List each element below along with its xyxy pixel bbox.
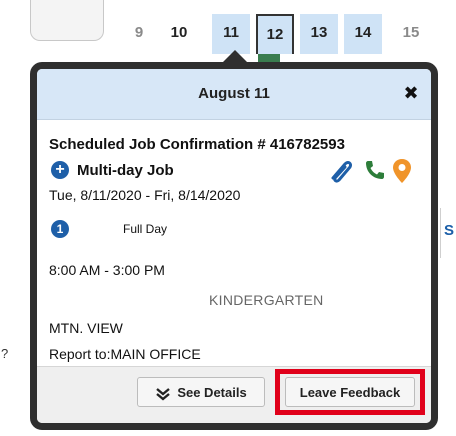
calendar-day-15[interactable]: 15 bbox=[392, 14, 430, 54]
job-action-icons bbox=[327, 158, 417, 184]
report-to: Report to:MAIN OFFICE bbox=[49, 346, 201, 362]
leave-feedback-button[interactable]: Leave Feedback bbox=[285, 377, 415, 407]
popover-title: August 11 bbox=[198, 85, 270, 102]
calendar-day-12[interactable]: 12 bbox=[256, 14, 294, 54]
job-confirmation-heading: Scheduled Job Confirmation # 416782593 bbox=[49, 136, 345, 153]
leave-feedback-highlight: Leave Feedback bbox=[275, 369, 425, 415]
popover-footer: See Details Leave Feedback bbox=[37, 366, 431, 423]
number-one-icon[interactable]: 1 bbox=[51, 220, 69, 238]
calendar-day-14[interactable]: 14 bbox=[344, 14, 382, 54]
calendar-day-11[interactable]: 11 bbox=[212, 14, 250, 54]
background-fragment-left: ? bbox=[1, 346, 9, 361]
time-range: 8:00 AM - 3:00 PM bbox=[49, 262, 165, 278]
calendar-day-13[interactable]: 13 bbox=[300, 14, 338, 54]
map-pin-icon[interactable] bbox=[391, 158, 413, 184]
multi-day-label: Multi-day Job bbox=[77, 162, 174, 179]
job-popover: August 11 ✖ Scheduled Job Confirmation #… bbox=[30, 62, 438, 430]
see-details-button[interactable]: See Details bbox=[137, 377, 265, 407]
paperclip-icon[interactable] bbox=[327, 158, 357, 184]
background-fragment-right-char: S bbox=[444, 222, 455, 239]
calendar-day-9[interactable]: 9 bbox=[120, 14, 158, 54]
calendar-nav-box[interactable] bbox=[30, 0, 104, 41]
see-details-label: See Details bbox=[177, 385, 247, 400]
background-fragment-right: S bbox=[440, 208, 456, 258]
phone-icon[interactable] bbox=[363, 158, 387, 182]
popover-caret bbox=[223, 50, 247, 62]
day-type: Full Day bbox=[123, 222, 168, 236]
date-range: Tue, 8/11/2020 - Fri, 8/14/2020 bbox=[49, 187, 241, 203]
assignment-name: KINDERGARTEN bbox=[209, 292, 324, 308]
calendar-day-10[interactable]: 10 bbox=[160, 14, 198, 54]
double-chevron-down-icon bbox=[156, 387, 171, 401]
popover-header: August 11 ✖ bbox=[37, 69, 431, 120]
screen: 9 10 11 12 13 14 15 S ? August 11 ✖ Sche… bbox=[0, 0, 456, 436]
plus-circle-icon[interactable]: + bbox=[51, 161, 69, 179]
close-icon[interactable]: ✖ bbox=[401, 83, 421, 103]
location-name: MTN. VIEW bbox=[49, 320, 123, 336]
